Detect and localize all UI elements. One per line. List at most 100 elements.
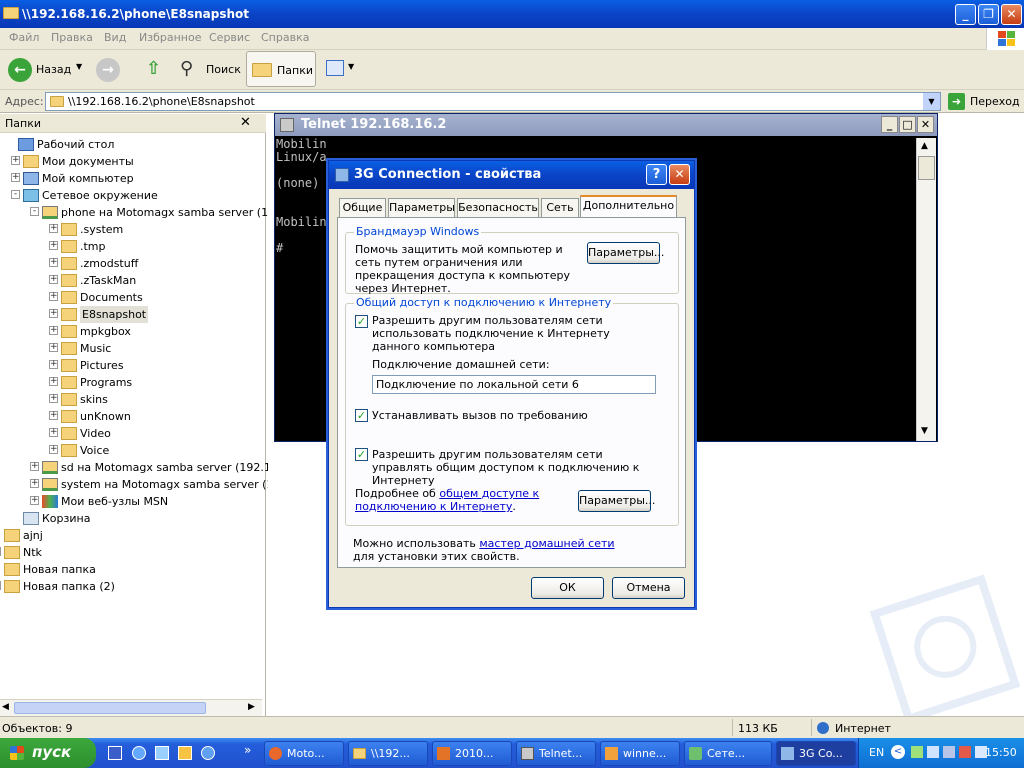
language-indicator[interactable]: EN <box>869 746 884 759</box>
tree-item[interactable]: + Мой компьютер <box>0 170 262 187</box>
home-network-field[interactable]: Подключение по локальной сети 6 <box>372 375 656 394</box>
up-folder-icon[interactable]: ⇧ <box>146 58 166 82</box>
home-network-wizard-link[interactable]: мастер домашней сети <box>479 537 614 550</box>
tree-item[interactable]: + Новая папка (2) <box>0 578 262 595</box>
forward-button[interactable]: → <box>96 58 120 82</box>
show-desktop-icon[interactable] <box>108 746 122 760</box>
tray-icon[interactable] <box>943 746 955 758</box>
expand-icon[interactable]: + <box>49 360 58 369</box>
scrollbar-thumb[interactable] <box>918 156 935 180</box>
taskbar-item[interactable]: winne... <box>600 741 680 766</box>
collapse-icon[interactable]: - <box>30 207 39 216</box>
menu-favorites[interactable]: Избранное <box>139 31 201 44</box>
outlook-icon[interactable] <box>155 746 169 760</box>
tab-parameters[interactable]: Параметры <box>388 198 455 217</box>
folders-button[interactable]: Папки <box>246 51 316 87</box>
expand-icon[interactable]: + <box>49 394 58 403</box>
close-button[interactable]: ✕ <box>669 164 690 185</box>
expand-icon[interactable]: + <box>49 258 58 267</box>
expand-icon[interactable]: + <box>49 292 58 301</box>
address-input[interactable]: \\192.168.16.2\phone\E8snapshot ▼ <box>45 92 941 111</box>
tree-item[interactable]: Рабочий стол <box>0 136 262 153</box>
expand-icon[interactable]: + <box>49 411 58 420</box>
taskbar-item[interactable]: 2010... <box>432 741 512 766</box>
minimize-button[interactable]: _ <box>881 116 898 133</box>
scroll-down-icon[interactable]: ▼ <box>921 426 928 436</box>
expand-icon[interactable]: + <box>0 547 1 556</box>
expand-icon[interactable]: + <box>30 479 39 488</box>
tree-item[interactable]: + E8snapshot <box>0 306 262 323</box>
tree-item[interactable]: + Video <box>0 425 262 442</box>
tree-item[interactable]: + Programs <box>0 374 262 391</box>
scroll-right-icon[interactable]: ▶ <box>248 702 255 712</box>
maximize-button[interactable]: □ <box>899 116 916 133</box>
expand-icon[interactable]: + <box>49 343 58 352</box>
expand-icon[interactable]: + <box>49 445 58 454</box>
close-button[interactable]: ✕ <box>917 116 934 133</box>
ok-button[interactable]: ОК <box>531 577 604 599</box>
chevron-down-icon[interactable]: ▼ <box>923 93 940 110</box>
menu-help[interactable]: Справка <box>261 31 309 44</box>
tree-item[interactable]: + skins <box>0 391 262 408</box>
horizontal-scrollbar[interactable]: ◀ ▶ <box>0 699 262 716</box>
taskbar-item-active[interactable]: 3G Co... <box>776 741 856 766</box>
restore-button[interactable]: ❐ <box>978 4 999 25</box>
scroll-up-icon[interactable]: ▲ <box>921 141 928 151</box>
tab-general[interactable]: Общие <box>339 198 386 217</box>
expand-icon[interactable]: + <box>30 462 39 471</box>
tree-item[interactable]: + .zTaskMan <box>0 272 262 289</box>
scroll-left-icon[interactable]: ◀ <box>2 702 9 712</box>
tray-icon[interactable] <box>927 746 939 758</box>
tree-item[interactable]: + Мои документы <box>0 153 262 170</box>
taskbar-item[interactable]: Сете... <box>684 741 772 766</box>
start-button[interactable]: пуск <box>0 738 96 768</box>
tray-icon[interactable] <box>911 746 923 758</box>
go-button[interactable]: ➜ Переход <box>948 92 1022 111</box>
expand-icon[interactable]: + <box>0 581 1 590</box>
ics-settings-button[interactable]: Параметры... <box>578 490 655 512</box>
tray-icon[interactable] <box>959 746 971 758</box>
expand-icon[interactable]: + <box>49 377 58 386</box>
vertical-scrollbar[interactable]: ▲ ▼ <box>916 138 936 441</box>
close-icon[interactable]: ✕ <box>240 115 251 130</box>
chevron-left-icon[interactable]: < <box>891 745 905 759</box>
taskbar-item[interactable]: \\192... <box>348 741 428 766</box>
tree-item[interactable]: + .system <box>0 221 262 238</box>
dial-on-demand-checkbox[interactable]: ✓ <box>355 409 368 422</box>
tree-item[interactable]: + Ntk <box>0 544 262 561</box>
tree-item[interactable]: - phone на Motomagx samba server (192.1 <box>0 204 293 221</box>
internet-explorer-icon[interactable] <box>132 746 146 760</box>
expand-icon[interactable]: + <box>30 496 39 505</box>
collapse-icon[interactable]: - <box>11 190 20 199</box>
expand-icon[interactable]: + <box>11 156 20 165</box>
menu-view[interactable]: Вид <box>104 31 126 44</box>
tab-security[interactable]: Безопасность <box>457 198 539 217</box>
tree-item[interactable]: + Music <box>0 340 262 357</box>
firewall-settings-button[interactable]: Параметры... <box>587 242 664 264</box>
minimize-button[interactable]: _ <box>955 4 976 25</box>
tab-advanced[interactable]: Дополнительно <box>580 195 677 218</box>
chevron-right-icon[interactable]: » <box>244 743 251 757</box>
search-button[interactable]: ⚲ Поиск <box>176 56 241 84</box>
tree-item[interactable]: + system на Motomagx samba server (192. <box>0 476 291 493</box>
quicklaunch-icon[interactable] <box>201 746 215 760</box>
scrollbar-thumb[interactable] <box>14 702 206 714</box>
expand-icon[interactable]: + <box>49 224 58 233</box>
views-button[interactable]: ▼ <box>324 58 358 82</box>
back-button[interactable]: ← Назад ▼ <box>8 56 88 84</box>
tree-item[interactable]: + Documents <box>0 289 262 306</box>
tree-item[interactable]: + mpkgbox <box>0 323 262 340</box>
tree-item[interactable]: + Мои веб-узлы MSN <box>0 493 262 510</box>
tree-item[interactable]: ajnj <box>0 527 262 544</box>
help-button[interactable]: ? <box>646 164 667 185</box>
tree-item[interactable]: + Pictures <box>0 357 262 374</box>
expand-icon[interactable]: + <box>49 428 58 437</box>
tree-item[interactable]: - Сетевое окружение <box>0 187 262 204</box>
expand-icon[interactable]: + <box>49 275 58 284</box>
tree-item[interactable]: + .tmp <box>0 238 262 255</box>
expand-icon[interactable]: + <box>49 241 58 250</box>
menu-edit[interactable]: Правка <box>51 31 93 44</box>
quicklaunch-icon[interactable] <box>178 746 192 760</box>
tree-item[interactable]: + Voice <box>0 442 262 459</box>
tree-item[interactable]: Корзина <box>0 510 262 527</box>
